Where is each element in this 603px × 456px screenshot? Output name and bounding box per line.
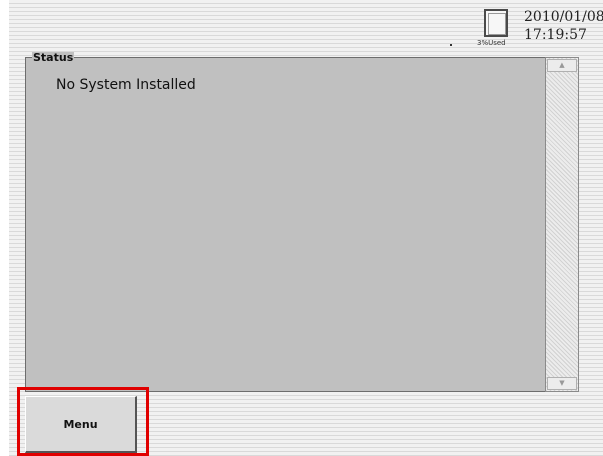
status-panel-title: Status — [32, 51, 75, 64]
storage-indicator: 3%Used — [477, 7, 522, 51]
left-edge-strip — [0, 0, 9, 456]
clock: 2010/01/08 17:19:57 — [524, 8, 603, 44]
status-panel: Status No System Installed — [25, 52, 545, 392]
sd-card-icon — [484, 9, 508, 37]
clock-date: 2010/01/08 — [524, 9, 603, 25]
scroll-down-arrow-icon[interactable]: ▼ — [547, 377, 577, 390]
clock-time: 17:19:57 — [524, 27, 587, 43]
indicator-dot — [450, 44, 452, 46]
storage-used-label: 3%Used — [477, 39, 506, 47]
scroll-up-arrow-icon[interactable]: ▲ — [547, 59, 577, 72]
status-scrollbar[interactable]: ▲ ▼ — [545, 57, 579, 392]
status-message: No System Installed — [56, 77, 196, 93]
menu-button[interactable]: Menu — [25, 396, 137, 453]
